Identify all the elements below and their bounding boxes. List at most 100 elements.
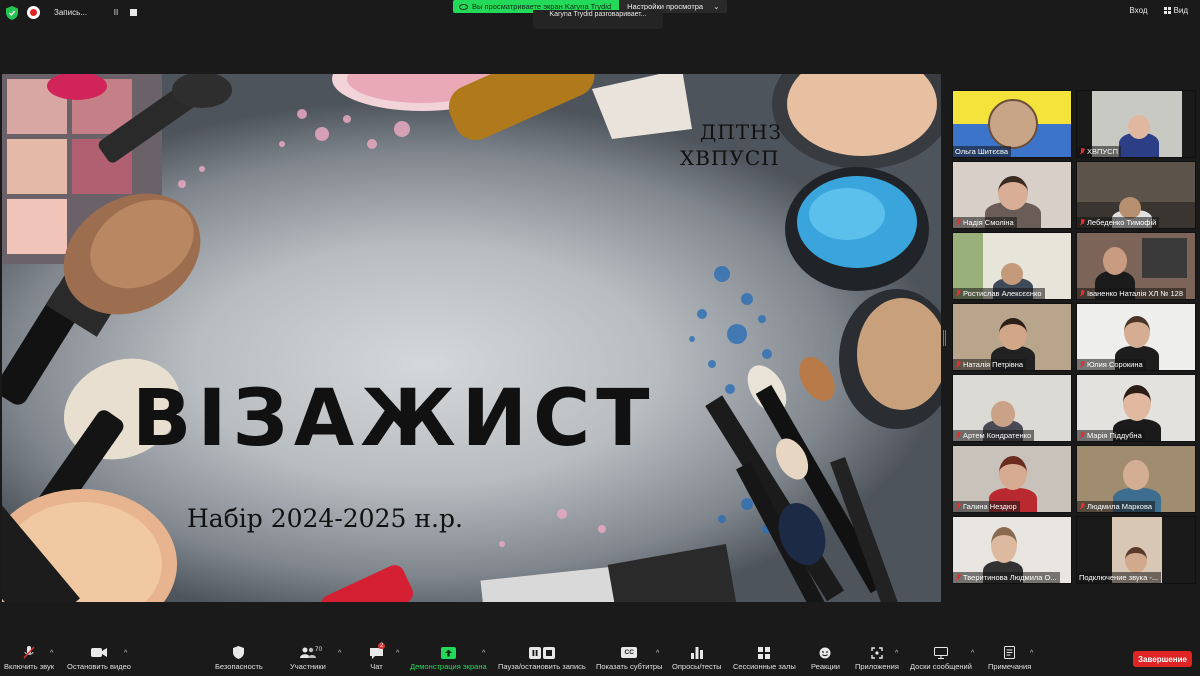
- encryption-shield-icon[interactable]: [6, 6, 18, 20]
- participant-tile[interactable]: Артем Кондратенко: [952, 374, 1072, 442]
- unmute-button[interactable]: Включить звук: [4, 646, 54, 671]
- participant-tile[interactable]: Наталія Петрівна: [952, 303, 1072, 371]
- reactions-label: Реакции: [811, 662, 840, 671]
- unmute-label: Включить звук: [4, 662, 55, 671]
- participant-tile[interactable]: Лебеденко Тимофій: [1076, 161, 1196, 229]
- participant-name-tag: Надія Смоліна: [953, 217, 1017, 228]
- mic-muted-icon: [955, 219, 961, 226]
- recording-controls: Запись... II: [27, 4, 137, 21]
- chat-label: Чат: [370, 662, 383, 671]
- participant-tile[interactable]: Надія Смоліна: [952, 161, 1072, 229]
- participants-label: Участники: [290, 662, 326, 671]
- share-options-caret[interactable]: ^: [482, 650, 485, 657]
- whiteboards-options-caret[interactable]: ^: [971, 650, 974, 657]
- resize-handle[interactable]: [943, 330, 946, 346]
- mic-muted-icon: [1079, 503, 1085, 510]
- participant-tile[interactable]: Марія Піддубна: [1076, 374, 1196, 442]
- apps-options-caret[interactable]: ^: [895, 650, 898, 657]
- apps-icon: [871, 646, 883, 659]
- notes-label: Примечания: [988, 662, 1032, 671]
- captions-label: Показать субтитры: [596, 662, 663, 671]
- participant-name-tag: Ростислав Алексєєнко: [953, 288, 1045, 299]
- apps-button[interactable]: Приложения: [855, 646, 899, 671]
- chat-bubble-icon: 2: [370, 643, 386, 659]
- view-button[interactable]: Вид: [1163, 6, 1188, 15]
- shield-icon: [233, 646, 245, 659]
- end-meeting-button[interactable]: Завершение: [1133, 651, 1192, 667]
- pause-recording-label: Пауза/остановить запись: [498, 662, 586, 671]
- recording-label: Запись...: [54, 8, 87, 17]
- participant-name-tag: Людмила Маркова: [1077, 501, 1156, 512]
- participant-tile[interactable]: Юлия Сорокина: [1076, 303, 1196, 371]
- view-label: Вид: [1173, 6, 1188, 15]
- eye-icon: [459, 3, 468, 10]
- polls-label: Опросы/тесты: [672, 662, 722, 671]
- participant-name: Галина Нездюр: [963, 502, 1017, 511]
- participant-name-tag: Галина Нездюр: [953, 501, 1020, 512]
- polls-button[interactable]: Опросы/тесты: [672, 646, 722, 671]
- pause-recording-toolbar-button[interactable]: Пауза/остановить запись: [498, 646, 586, 671]
- people-icon: 70: [299, 646, 322, 659]
- audio-options-caret[interactable]: ^: [50, 650, 53, 657]
- chat-unread-badge: 2: [378, 643, 386, 649]
- slide-org-line1: ДПТНЗ: [700, 120, 782, 144]
- participant-name-tag: Тверитинова Людмила О...: [953, 572, 1060, 583]
- participant-tile[interactable]: Подключение звука -...: [1076, 516, 1196, 584]
- video-options-caret[interactable]: ^: [124, 650, 127, 657]
- participant-name-tag: Ольга Шитєєва: [953, 146, 1012, 157]
- captions-options-caret[interactable]: ^: [656, 650, 659, 657]
- notes-options-caret[interactable]: ^: [1030, 650, 1033, 657]
- slide-title: ВІЗАЖИСТ: [132, 374, 656, 464]
- cc-icon: CC: [621, 646, 638, 659]
- whiteboard-icon: [933, 646, 948, 659]
- participant-name: ХВПУСП: [1087, 147, 1118, 156]
- recording-icon: [27, 6, 40, 19]
- breakout-rooms-button[interactable]: Сессионные залы: [733, 646, 796, 671]
- zoom-meeting-window: Запись... II Вы просматриваете экран Kar…: [0, 0, 1200, 676]
- notes-button[interactable]: Примечания: [988, 646, 1031, 671]
- security-button[interactable]: Безопасность: [215, 646, 263, 671]
- participant-tile[interactable]: Тверитинова Людмила О...: [952, 516, 1072, 584]
- participant-tile[interactable]: ХВПУСП: [1076, 90, 1196, 158]
- share-screen-icon: [440, 646, 456, 659]
- stop-video-button[interactable]: Остановить видео: [67, 646, 131, 671]
- pause-recording-button[interactable]: II: [110, 8, 122, 17]
- mic-muted-icon: [955, 503, 961, 510]
- participants-options-caret[interactable]: ^: [338, 650, 341, 657]
- participant-name: Юлия Сорокина: [1087, 360, 1143, 369]
- whiteboards-button[interactable]: Доски сообщений: [910, 646, 972, 671]
- breakout-rooms-label: Сессионные залы: [733, 662, 796, 671]
- stop-recording-button[interactable]: [130, 9, 137, 16]
- chat-options-caret[interactable]: ^: [396, 650, 399, 657]
- participant-tile[interactable]: Ольга Шитєєва: [952, 90, 1072, 158]
- exit-fullscreen-button[interactable]: Вход: [1129, 6, 1147, 15]
- participant-name-tag: Юлия Сорокина: [1077, 359, 1146, 370]
- mic-muted-icon: [1079, 290, 1085, 297]
- slide-org-line2: ХВПУСП: [680, 146, 780, 170]
- mic-muted-icon: [1079, 361, 1085, 368]
- participant-tile[interactable]: Іваненко Наталія ХЛ № 128: [1076, 232, 1196, 300]
- captions-button[interactable]: CC Показать субтитры: [596, 646, 662, 671]
- reactions-button[interactable]: Реакции: [811, 646, 840, 671]
- top-bar: Запись... II Вы просматриваете экран Kar…: [0, 0, 1200, 29]
- participants-button[interactable]: 70 Участники: [290, 646, 326, 671]
- mic-muted-icon: [955, 361, 961, 368]
- participant-name: Наталія Петрівна: [963, 360, 1024, 369]
- participant-name-tag: Артем Кондратенко: [953, 430, 1035, 441]
- participants-count: 70: [314, 646, 323, 653]
- participant-tile[interactable]: Галина Нездюр: [952, 445, 1072, 513]
- apps-label: Приложения: [855, 662, 899, 671]
- active-speaker-notice: Karyna Trydid разговаривает...: [533, 10, 663, 29]
- slide-subtitle: Набір 2024-2025 н.р.: [187, 504, 463, 533]
- breakout-grid-icon: [758, 646, 771, 659]
- slide-background-art: [2, 74, 941, 602]
- grid-icon: [1163, 7, 1171, 14]
- shared-screen: ДПТНЗ ХВПУСП ВІЗАЖИСТ Набір 2024-2025 н.…: [2, 74, 941, 602]
- share-screen-button[interactable]: Демонстрация экрана: [410, 646, 487, 671]
- participant-tile[interactable]: Людмила Маркова: [1076, 445, 1196, 513]
- smiley-icon: [819, 646, 831, 659]
- participant-tile[interactable]: Ростислав Алексєєнко: [952, 232, 1072, 300]
- participant-name-tag: Іваненко Наталія ХЛ № 128: [1077, 288, 1187, 299]
- chat-button[interactable]: 2 Чат: [370, 643, 386, 671]
- participant-name: Тверитинова Людмила О...: [963, 573, 1057, 582]
